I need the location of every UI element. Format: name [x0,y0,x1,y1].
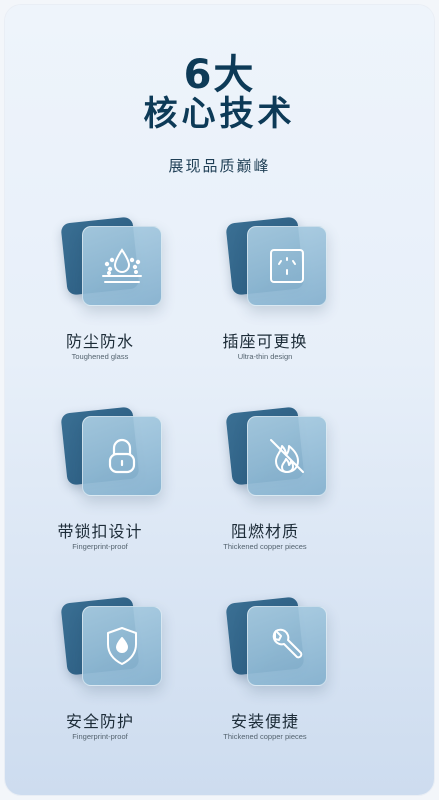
water-drop-icon [102,248,142,283]
feature-title: 安装便捷 [230,712,299,731]
feature-subtitle: Thickened copper pieces [223,542,307,551]
page-title-line2: 核心技术 [143,94,296,134]
tile-front [247,226,327,306]
tile-front [247,606,327,686]
feature-replaceable-socket: 插座可更换 Ultra-thin design [170,210,360,380]
page-subtitle: 展现品质巅峰 [168,157,271,175]
feature-subtitle: Toughened glass [71,352,129,361]
tile-front [82,226,162,306]
feature-title: 插座可更换 [222,332,308,351]
feature-subtitle: Ultra-thin design [237,352,293,361]
tile-front [247,416,327,496]
feature-subtitle: Fingerprint-proof [72,542,128,551]
feature-title: 带锁扣设计 [57,522,143,541]
feature-flame-retardant: 阻燃材质 Thickened copper pieces [170,400,360,570]
tile-front [82,606,162,686]
feature-subtitle: Fingerprint-proof [72,732,128,741]
feature-dustproof-waterproof: 防尘防水 Toughened glass [5,210,195,380]
no-fire-icon [270,439,304,473]
feature-title: 防尘防水 [65,332,134,351]
feature-lock-design: 带锁扣设计 Fingerprint-proof [5,400,195,570]
tile-front [82,416,162,496]
feature-subtitle: Thickened copper pieces [223,732,307,741]
socket-icon [270,249,304,283]
feature-title: 安全防护 [65,712,134,731]
feature-title: 阻燃材质 [230,522,299,541]
shield-drop-icon [107,627,137,665]
feature-easy-install: 安装便捷 Thickened copper pieces [170,590,360,760]
page-title-line1: 6大 [183,52,256,98]
feature-safety-protection: 安全防护 Fingerprint-proof [5,590,195,760]
content-card: 6大 核心技术 展现品质巅峰 防尘防水 Toughened glass 插座可更… [5,5,434,795]
lock-icon [108,438,136,474]
wrench-icon [272,628,303,659]
